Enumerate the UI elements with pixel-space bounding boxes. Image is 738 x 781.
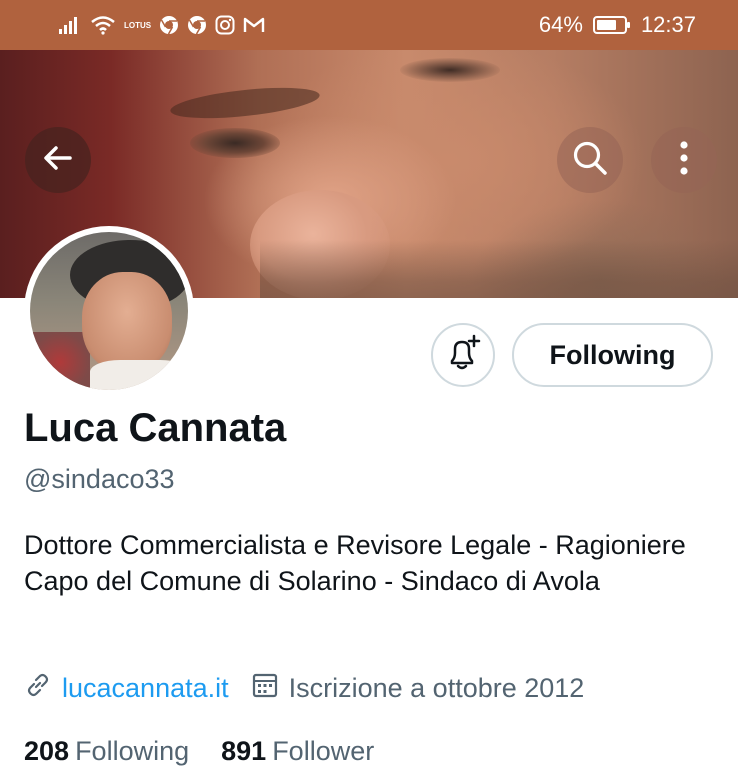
search-icon: [570, 138, 610, 183]
calendar-icon: [251, 671, 279, 706]
chrome-icon: [159, 15, 179, 35]
avatar-photo-detail: [82, 272, 172, 372]
profile-bio: Dottore Commercialista e Revisore Legale…: [24, 530, 686, 596]
avatar-photo-detail: [90, 360, 188, 390]
more-options-button[interactable]: [651, 127, 717, 193]
joined-item: Iscrizione a ottobre 2012: [251, 671, 585, 706]
follow-stats: 208 Following 891 Follower: [24, 731, 406, 771]
notifications-button[interactable]: [431, 323, 495, 387]
arrow-left-icon: [40, 140, 76, 181]
signal-icon: [58, 15, 82, 35]
banner-photo-detail: [190, 128, 280, 158]
profile-name: Luca Cannata: [24, 406, 287, 450]
avatar-photo-detail: [30, 332, 90, 390]
joined-date: Iscrizione a ottobre 2012: [288, 672, 585, 703]
battery-icon: [592, 15, 631, 35]
website-link[interactable]: lucacannata.it: [62, 673, 229, 704]
banner-photo-detail: [169, 82, 321, 124]
banner-photo-detail: [260, 240, 738, 298]
wifi-icon: [90, 15, 116, 35]
link-icon: [24, 671, 52, 706]
status-bar-left: LOTUS: [58, 15, 265, 35]
carrier-icon: LOTUS: [124, 20, 152, 30]
bell-plus-icon: [443, 333, 483, 378]
battery-percent: 64%: [538, 12, 583, 37]
gmail-icon: [243, 16, 265, 34]
profile-meta: lucacannata.it Iscrizione a ottobre 2012: [24, 668, 606, 708]
followers-label: Follower: [272, 735, 375, 766]
status-bar: LOTUS 64% 12:37: [0, 0, 738, 50]
following-count: 208: [24, 735, 70, 766]
followers-count: 891: [221, 735, 267, 766]
status-bar-right: 64% 12:37: [539, 12, 696, 38]
instagram-icon: [215, 15, 235, 35]
clock: 12:37: [640, 12, 696, 37]
website-item[interactable]: lucacannata.it: [24, 671, 229, 706]
profile-handle: @sindaco33: [24, 464, 175, 494]
back-button[interactable]: [25, 127, 91, 193]
avatar-image: [30, 232, 188, 390]
chrome-icon: [187, 15, 207, 35]
more-vertical-icon: [678, 138, 690, 183]
following-label: Following: [75, 735, 190, 766]
following-stat[interactable]: 208 Following: [24, 736, 189, 767]
avatar[interactable]: [24, 226, 194, 396]
followers-stat[interactable]: 891 Follower: [221, 736, 374, 767]
following-button[interactable]: Following: [512, 323, 713, 387]
banner-photo-detail: [400, 58, 500, 82]
search-button[interactable]: [557, 127, 623, 193]
